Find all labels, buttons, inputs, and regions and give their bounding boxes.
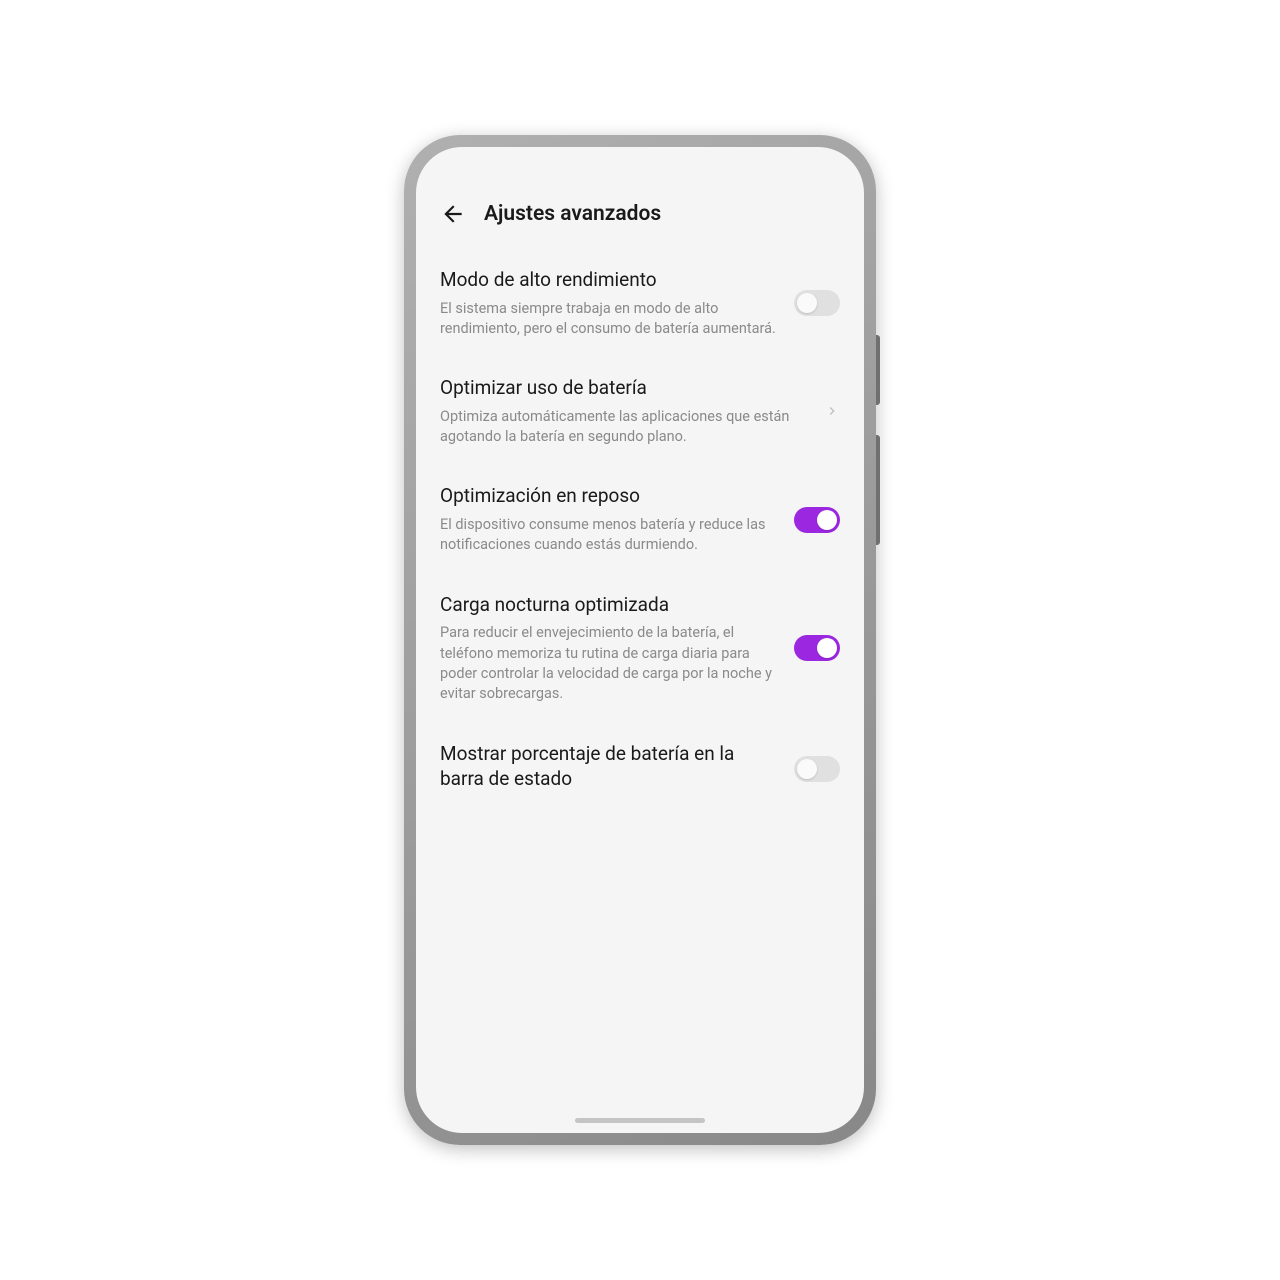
setting-battery-percentage[interactable]: Mostrar porcentaje de batería en la barr… — [440, 741, 840, 798]
setting-title: Mostrar porcentaje de batería en la barr… — [440, 741, 780, 792]
sleep-optimization-toggle[interactable] — [794, 507, 840, 533]
setting-text: Modo de alto rendimiento El sistema siem… — [440, 267, 780, 339]
setting-desc: El dispositivo consume menos batería y r… — [440, 515, 780, 556]
setting-title: Modo de alto rendimiento — [440, 267, 780, 293]
setting-text: Optimización en reposo El dispositivo co… — [440, 483, 780, 555]
setting-night-charging[interactable]: Carga nocturna optimizada Para reducir e… — [440, 592, 840, 705]
setting-desc: El sistema siempre trabaja en modo de al… — [440, 299, 780, 340]
night-charging-toggle[interactable] — [794, 635, 840, 661]
toggle-thumb — [797, 759, 817, 779]
high-performance-toggle[interactable] — [794, 290, 840, 316]
setting-optimize-battery[interactable]: Optimizar uso de batería Optimiza automá… — [440, 375, 840, 447]
setting-sleep-optimization[interactable]: Optimización en reposo El dispositivo co… — [440, 483, 840, 555]
toggle-thumb — [817, 510, 837, 530]
page-title: Ajustes avanzados — [484, 202, 661, 226]
screen: Ajustes avanzados Modo de alto rendimien… — [416, 147, 864, 1133]
arrow-left-icon — [440, 201, 466, 227]
header: Ajustes avanzados — [416, 183, 864, 239]
setting-text: Carga nocturna optimizada Para reducir e… — [440, 592, 780, 705]
setting-desc: Optimiza automáticamente las aplicacione… — [440, 407, 810, 448]
toggle-thumb — [797, 293, 817, 313]
setting-title: Optimizar uso de batería — [440, 375, 810, 401]
phone-frame: Ajustes avanzados Modo de alto rendimien… — [404, 135, 876, 1145]
back-button[interactable] — [440, 201, 466, 227]
home-indicator[interactable] — [575, 1118, 705, 1123]
status-bar-spacer — [416, 147, 864, 183]
toggle-thumb — [817, 638, 837, 658]
setting-title: Carga nocturna optimizada — [440, 592, 780, 618]
battery-percentage-toggle[interactable] — [794, 756, 840, 782]
setting-high-performance[interactable]: Modo de alto rendimiento El sistema siem… — [440, 267, 840, 339]
setting-desc: Para reducir el envejecimiento de la bat… — [440, 623, 780, 704]
settings-list: Modo de alto rendimiento El sistema siem… — [416, 239, 864, 1118]
setting-text: Optimizar uso de batería Optimiza automá… — [440, 375, 810, 447]
setting-title: Optimización en reposo — [440, 483, 780, 509]
chevron-right-icon — [824, 403, 840, 419]
setting-text: Mostrar porcentaje de batería en la barr… — [440, 741, 780, 798]
